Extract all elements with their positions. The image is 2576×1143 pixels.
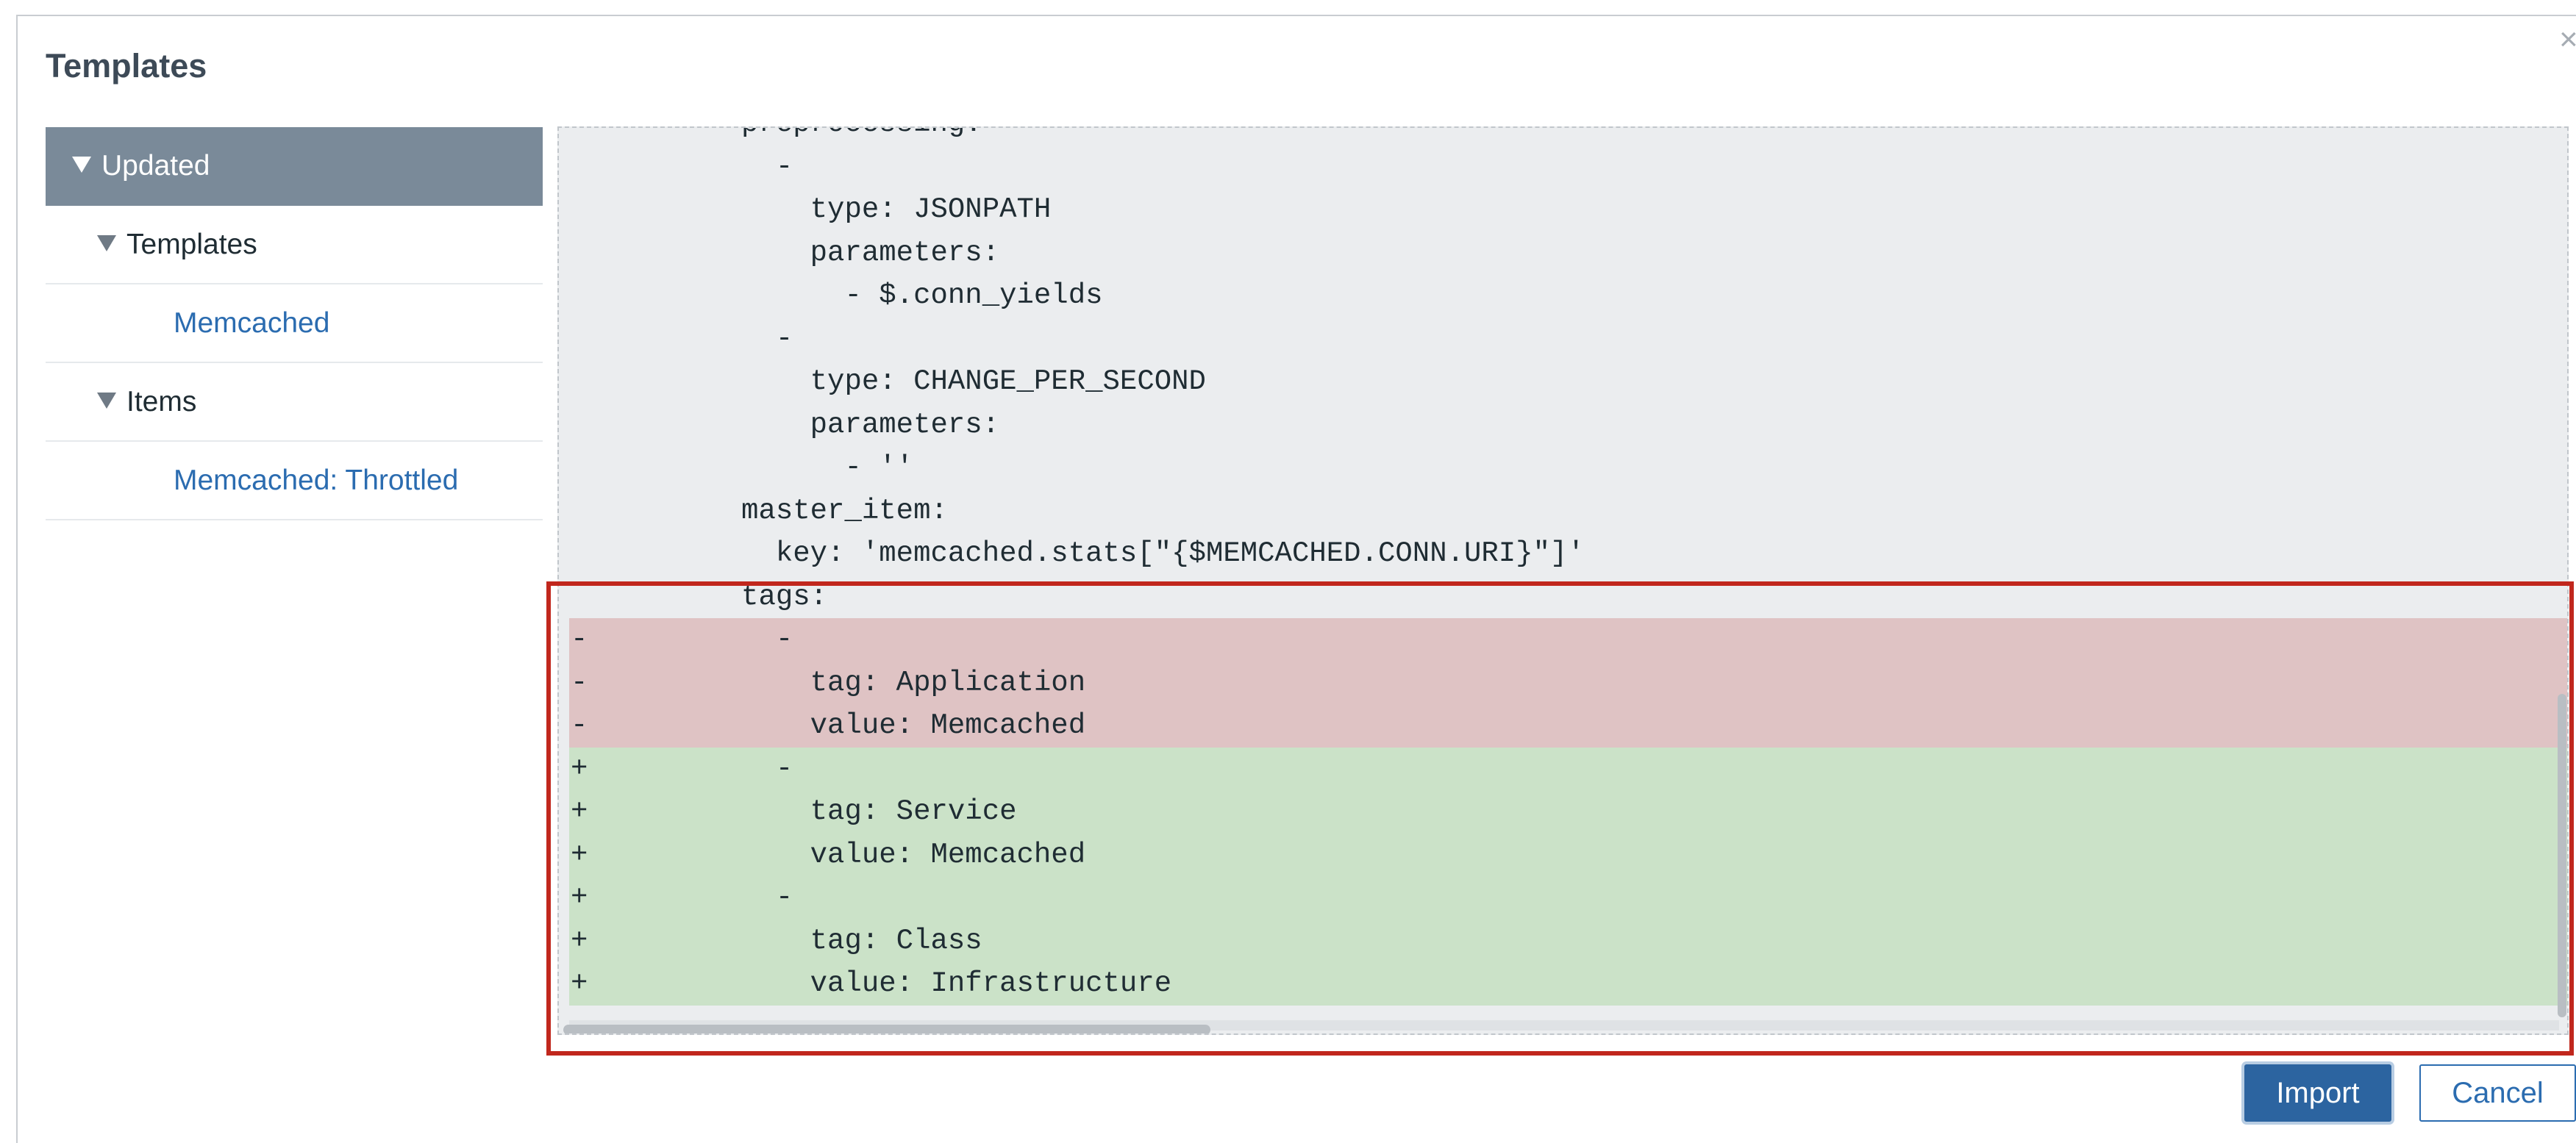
sidebar-link-label[interactable]: Memcached [174,307,329,340]
diff-line: preprocessing: [569,128,2567,146]
diff-line: parameters: [569,232,2567,275]
diff-code: tag: Application [569,666,1086,699]
diff-code: - $.conn_yields [569,279,1103,312]
diff-line-added: + value: Infrastructure [569,962,2567,1006]
diff-code: parameters: [569,408,1000,441]
diff-line-added: + - [569,747,2567,790]
vertical-scrollbar-thumb[interactable] [2558,694,2566,1017]
sidebar-item-updated[interactable]: Updated [46,127,543,206]
diff-code: master_item: [569,494,948,527]
diff-code: parameters: [569,236,1000,269]
sidebar-item-memcached-throttled[interactable]: Memcached: Throttled [46,442,543,520]
diff-line: tags: [569,576,2567,619]
diff-code: - [569,322,793,355]
diff-code: value: Infrastructure [569,967,1172,1000]
diff-line-removed: - - [569,618,2567,662]
diff-code: value: Memcached [569,838,1086,871]
diff-code: - [569,150,793,183]
diff-line: - '' [569,446,2567,490]
diff-line: type: CHANGE_PER_SECOND [569,360,2567,404]
diff-line-added: + tag: Class [569,919,2567,962]
sidebar-group-items[interactable]: Items [46,363,543,442]
diff-code: type: CHANGE_PER_SECOND [569,365,1206,398]
diff-code: value: Memcached [569,709,1086,742]
diff-line-added: + value: Memcached [569,833,2567,876]
sidebar-link-label[interactable]: Memcached: Throttled [174,464,458,498]
diff-line-removed: - value: Memcached [569,704,2567,748]
import-button[interactable]: Import [2244,1064,2391,1122]
sidebar-item-label: Updated [101,150,210,182]
diff-code: - [569,752,793,785]
diff-code: tag: Service [569,795,1017,828]
diff-code: type: JSONPATH [569,193,1052,226]
sidebar-tree: Updated Templates Memcached Items Memcac… [46,127,543,520]
diff-code: tag: Class [569,924,982,957]
diff-code: - [569,881,793,914]
diff-line: - [569,146,2567,189]
sidebar-item-label: Templates [126,229,257,260]
diff-line: key: 'memcached.stats["{$MEMCACHED.CONN.… [569,532,2567,576]
horizontal-scrollbar-thumb[interactable] [563,1025,1210,1033]
diff-line-removed: - tag: Application [569,661,2567,704]
diff-code: preprocessing: [569,128,982,145]
triangle-down-icon [97,393,116,409]
diff-line: master_item: [569,490,2567,533]
sidebar-item-memcached[interactable]: Memcached [46,284,543,363]
diff-line-added: + tag: Service [569,790,2567,834]
triangle-down-icon [72,157,91,173]
close-icon[interactable]: × [2559,24,2576,56]
triangle-down-icon [97,235,116,251]
dialog-title: Templates [46,47,207,85]
diff-code: - [569,623,793,656]
diff-line-added: + - [569,876,2567,920]
diff-line: type: JSONPATH [569,188,2567,232]
sidebar-group-templates[interactable]: Templates [46,206,543,284]
cancel-button[interactable]: Cancel [2419,1064,2576,1122]
sidebar-item-label: Items [126,386,197,418]
diff-viewer[interactable]: preprocessing: - type: JSONPATH paramete… [557,126,2569,1035]
diff-code: key: 'memcached.stats["{$MEMCACHED.CONN.… [569,537,1585,570]
diff-code: tags: [569,580,828,613]
diff-line: - $.conn_yields [569,274,2567,318]
diff-line: - [569,318,2567,361]
diff-line: parameters: [569,404,2567,447]
diff-code: - '' [569,451,914,484]
